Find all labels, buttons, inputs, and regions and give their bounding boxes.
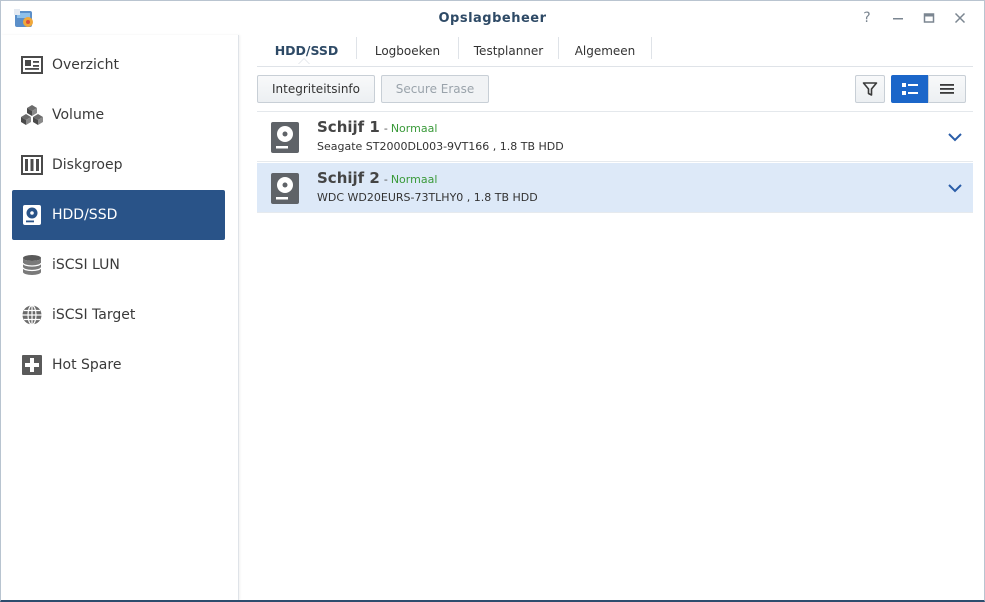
- list-lines-icon: [940, 84, 954, 94]
- hdd-icon: [271, 122, 299, 153]
- disk-name: Schijf 2- Normaal: [317, 169, 437, 187]
- sidebar-item-overzicht[interactable]: Overzicht: [12, 40, 225, 90]
- disk-status-separator: -: [383, 122, 388, 135]
- storage-manager-window: Opslagbeheer ? Overzicht Volume Diskgroe…: [0, 0, 985, 602]
- disk-row[interactable]: Schijf 2- Normaal WDC WD20EURS-73TLHY0 , …: [257, 163, 973, 213]
- close-icon: [954, 12, 966, 24]
- maximize-button[interactable]: [920, 9, 938, 27]
- sidebar: Overzicht Volume Diskgroep HDD/SSD iSCSI…: [1, 35, 239, 600]
- minimize-button[interactable]: [889, 9, 907, 27]
- tab-divider: [651, 37, 652, 59]
- tab-bar: HDD/SSD Logboeken Testplanner Algemeen: [257, 35, 973, 67]
- filter-button[interactable]: [855, 75, 885, 103]
- sidebar-item-label: Diskgroep: [52, 157, 123, 173]
- tab-logboeken[interactable]: Logboeken: [357, 35, 458, 66]
- overview-icon: [20, 53, 44, 77]
- sidebar-item-label: HDD/SSD: [52, 207, 118, 223]
- globe-icon: [20, 303, 44, 327]
- filter-icon: [862, 82, 878, 96]
- volume-cubes-icon: [20, 103, 44, 127]
- sidebar-item-iscsi-lun[interactable]: iSCSI LUN: [12, 240, 225, 290]
- database-icon: [20, 253, 44, 277]
- disk-name-text: Schijf 1: [317, 118, 380, 136]
- integrity-info-button[interactable]: Integriteitsinfo: [257, 75, 375, 103]
- chevron-down-icon[interactable]: [947, 180, 963, 196]
- disk-status: Normaal: [390, 173, 438, 186]
- hdd-icon: [271, 173, 299, 204]
- hdd-icon: [20, 203, 44, 227]
- disk-name-text: Schijf 2: [317, 169, 380, 187]
- help-icon: ?: [863, 10, 871, 26]
- list-view-button[interactable]: [928, 75, 966, 103]
- secure-erase-button[interactable]: Secure Erase: [381, 75, 489, 103]
- disk-row[interactable]: Schijf 1- Normaal Seagate ST2000DL003-9VT…: [257, 112, 973, 162]
- sidebar-item-volume[interactable]: Volume: [12, 90, 225, 140]
- tab-testplanner[interactable]: Testplanner: [459, 35, 558, 66]
- disk-description: WDC WD20EURS-73TLHY0 , 1.8 TB HDD: [317, 191, 538, 204]
- disk-status: Normaal: [390, 122, 438, 135]
- title-bar[interactable]: Opslagbeheer ?: [1, 1, 984, 35]
- minimize-icon: [893, 18, 903, 20]
- sidebar-item-hot-spare[interactable]: Hot Spare: [12, 340, 225, 390]
- window-title: Opslagbeheer: [438, 11, 547, 26]
- diskgroup-icon: [20, 153, 44, 177]
- disk-status-separator: -: [383, 173, 388, 186]
- hot-spare-plus-icon: [20, 353, 44, 377]
- sidebar-item-label: iSCSI Target: [52, 307, 136, 323]
- sidebar-item-hdd-ssd[interactable]: HDD/SSD: [12, 190, 225, 240]
- sidebar-item-label: Hot Spare: [52, 357, 122, 373]
- detail-list-icon: [902, 83, 918, 95]
- sidebar-item-label: Volume: [52, 107, 105, 123]
- disk-name: Schijf 1- Normaal: [317, 118, 437, 136]
- disk-description: Seagate ST2000DL003-9VT166 , 1.8 TB HDD: [317, 140, 564, 153]
- detail-view-button[interactable]: [891, 75, 929, 103]
- maximize-icon: [923, 13, 935, 23]
- sidebar-item-label: iSCSI LUN: [52, 257, 120, 273]
- sidebar-item-label: Overzicht: [52, 57, 119, 73]
- close-button[interactable]: [951, 9, 969, 27]
- active-tab-pointer: [298, 58, 310, 64]
- chevron-down-icon[interactable]: [947, 129, 963, 145]
- sidebar-item-iscsi-target[interactable]: iSCSI Target: [12, 290, 225, 340]
- tab-algemeen[interactable]: Algemeen: [559, 35, 651, 66]
- help-button[interactable]: ?: [858, 9, 876, 27]
- sidebar-item-diskgroep[interactable]: Diskgroep: [12, 140, 225, 190]
